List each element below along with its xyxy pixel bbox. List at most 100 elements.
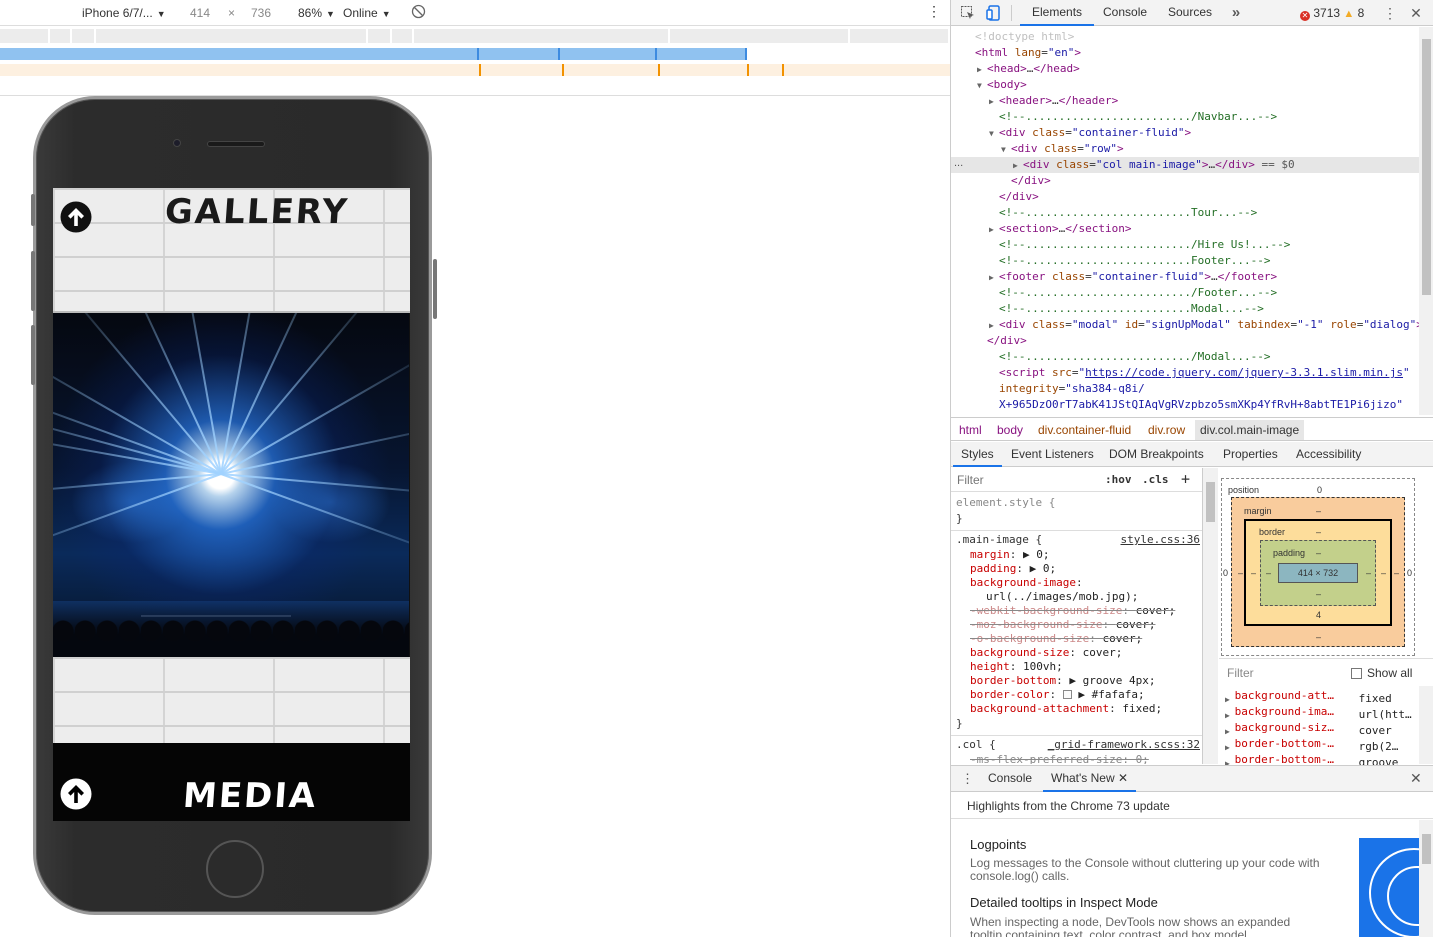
dom-node[interactable]: ▶ <section>…</section> [951, 221, 1419, 237]
show-all-checkbox[interactable]: Show all [1351, 666, 1412, 680]
bm-border-left[interactable]: – [1251, 568, 1256, 578]
error-warning-counter[interactable]: ✕ 3713 ▲ 8 [1300, 6, 1364, 21]
close-icon[interactable]: ✕ [1118, 771, 1128, 785]
feature-title[interactable]: Logpoints [970, 837, 1026, 852]
throttle-select[interactable]: Online ▼ [343, 6, 391, 20]
computed-filter-input[interactable]: Filter [1227, 666, 1254, 680]
css-declaration[interactable]: url(../images/mob.jpg); [986, 590, 1138, 604]
css-value[interactable]: ▶ #fafafa; [1078, 688, 1144, 701]
dom-node[interactable]: ▼ <div class="container-fluid"> [951, 125, 1419, 141]
computed-property-row[interactable]: ▶ background-att… fixed [1225, 689, 1421, 705]
device-toggle-icon[interactable] [986, 5, 1002, 21]
hover-state-toggle[interactable]: :hov [1105, 473, 1132, 486]
expand-triangle-icon[interactable]: ▶ [1013, 158, 1023, 174]
tab-drawer-console[interactable]: Console [980, 766, 1040, 792]
breadcrumb-item[interactable]: div.container-fluid [1038, 423, 1131, 437]
zoom-select[interactable]: 86% ▼ [298, 6, 335, 20]
rule-selector[interactable]: .main-image { [956, 533, 1042, 547]
css-declaration[interactable]: margin: ▶ 0; [970, 548, 1050, 562]
tab-styles[interactable]: Styles [953, 442, 1002, 467]
computed-property-row[interactable]: ▶ border-bottom-… rgb(2… [1225, 737, 1421, 753]
mq-segment[interactable] [414, 29, 670, 43]
bm-padding-top[interactable]: – [1316, 548, 1321, 558]
dom-node[interactable]: ▼ <div class="row"> [951, 141, 1419, 157]
scrollbar-thumb[interactable] [1206, 482, 1215, 522]
checkbox-icon[interactable] [1351, 668, 1362, 679]
css-property[interactable]: background-attachment [970, 702, 1109, 715]
device-toolbar-more-icon[interactable]: ⋮ [927, 3, 941, 20]
css-declaration[interactable]: -ms-flex-preferred-size: 0; [970, 753, 1149, 764]
css-declaration[interactable]: background-size: cover; [970, 646, 1122, 660]
close-drawer-icon[interactable]: ✕ [1410, 770, 1422, 787]
bm-padding-left[interactable]: – [1266, 568, 1271, 578]
bm-content-box[interactable]: 414 × 732 [1278, 563, 1358, 583]
css-property[interactable]: background-image [970, 576, 1076, 589]
element-style-selector[interactable]: element.style { [956, 496, 1055, 510]
styles-scrollbar[interactable] [1203, 468, 1218, 764]
breadcrumb-item[interactable]: div.row [1148, 423, 1185, 437]
bm-padding-bottom[interactable]: – [1316, 589, 1321, 599]
customize-menu-icon[interactable]: ⋮ [1382, 5, 1398, 21]
inspect-element-icon[interactable] [960, 5, 976, 21]
dom-node[interactable]: crossorigin="anonymous"></script> [951, 413, 1419, 415]
expand-triangle-icon[interactable]: ▶ [989, 94, 999, 110]
dom-node[interactable]: X+965DzO0rT7abK41JStQIAqVgRVzpbzo5smXKp4… [951, 397, 1419, 413]
tab-whats-new[interactable]: What's New ✕ [1043, 766, 1137, 792]
mq-segment[interactable] [657, 48, 747, 60]
bm-position-top[interactable]: 0 [1317, 485, 1322, 495]
dom-node[interactable]: <!--........................./Navbar...-… [951, 109, 1419, 125]
tab-elements[interactable]: Elements [1020, 0, 1095, 26]
css-property[interactable]: border-bottom [970, 674, 1056, 687]
css-declaration[interactable]: background-image: [970, 576, 1083, 590]
css-value[interactable]: cover; [1136, 604, 1176, 617]
dom-node[interactable]: <!doctype html> [951, 29, 1419, 45]
class-toggle[interactable]: .cls [1142, 473, 1169, 486]
expand-triangle-icon[interactable]: ▶ [989, 318, 999, 334]
dom-node[interactable]: ▶ <div class="modal" id="signUpModal" tab… [951, 317, 1419, 333]
tab-console[interactable]: Console [1091, 0, 1159, 26]
css-property[interactable]: height [970, 660, 1010, 673]
css-value[interactable]: cover; [1116, 618, 1156, 631]
css-property[interactable]: -o-background-size [970, 632, 1089, 645]
bm-margin-bottom[interactable]: – [1316, 632, 1321, 642]
css-declaration[interactable]: -o-background-size: cover; [970, 632, 1142, 646]
dom-node[interactable]: </div> [951, 333, 1419, 349]
mq-tick[interactable] [562, 64, 564, 76]
collapse-triangle-icon[interactable]: ▼ [1001, 142, 1011, 158]
dom-node[interactable]: </div> [951, 173, 1419, 189]
computed-scrollbar[interactable] [1419, 686, 1433, 764]
bm-border-right[interactable]: – [1381, 568, 1386, 578]
breadcrumb-item[interactable]: body [997, 423, 1023, 437]
dom-node[interactable]: <html lang="en"> [951, 45, 1419, 61]
scrollbar-thumb[interactable] [1422, 39, 1431, 295]
breadcrumb-item[interactable]: html [959, 423, 982, 437]
mq-segment[interactable] [560, 48, 657, 60]
css-declaration[interactable]: -webkit-background-size: cover; [970, 604, 1175, 618]
bm-border-bottom[interactable]: 4 [1316, 610, 1321, 620]
bm-padding-right[interactable]: – [1366, 568, 1371, 578]
rule-source-link[interactable]: style.css:36 [1121, 533, 1200, 546]
css-declaration[interactable]: padding: ▶ 0; [970, 562, 1056, 576]
dom-node[interactable]: ▶ <header>…</header> [951, 93, 1419, 109]
dom-node-selected[interactable]: ▶ <div class="col main-image">…</div> == … [951, 157, 1419, 173]
node-actions-ellipsis[interactable]: ... [954, 157, 963, 169]
mq-tick[interactable] [658, 64, 660, 76]
dom-node[interactable]: ▶ <head>…</head> [951, 61, 1419, 77]
dom-node[interactable]: <!--........................./Footer...-… [951, 285, 1419, 301]
css-value[interactable]: url(../images/mob.jpg); [986, 590, 1138, 603]
computed-property-row[interactable]: ▶ background-ima… url(htt… [1225, 705, 1421, 721]
dom-node[interactable]: <!--........................./Modal...--… [951, 349, 1419, 365]
dom-node[interactable]: </div> [951, 189, 1419, 205]
dom-node[interactable]: <script src="https://code.jquery.com/jqu… [951, 365, 1419, 381]
mq-segment[interactable] [392, 29, 414, 43]
bm-position-left[interactable]: 0 [1223, 568, 1228, 578]
css-property[interactable]: margin [970, 548, 1010, 561]
css-value[interactable]: ▶ 0; [1023, 548, 1050, 561]
bm-margin-top[interactable]: – [1316, 506, 1321, 516]
height-input[interactable]: 736 [251, 6, 271, 20]
css-value[interactable]: fixed; [1122, 702, 1162, 715]
rule-selector[interactable]: .col { [956, 738, 996, 752]
css-declaration[interactable]: height: 100vh; [970, 660, 1063, 674]
more-tabs-icon[interactable]: » [1228, 5, 1244, 21]
device-select[interactable]: iPhone 6/7/... ▼ [82, 6, 166, 20]
